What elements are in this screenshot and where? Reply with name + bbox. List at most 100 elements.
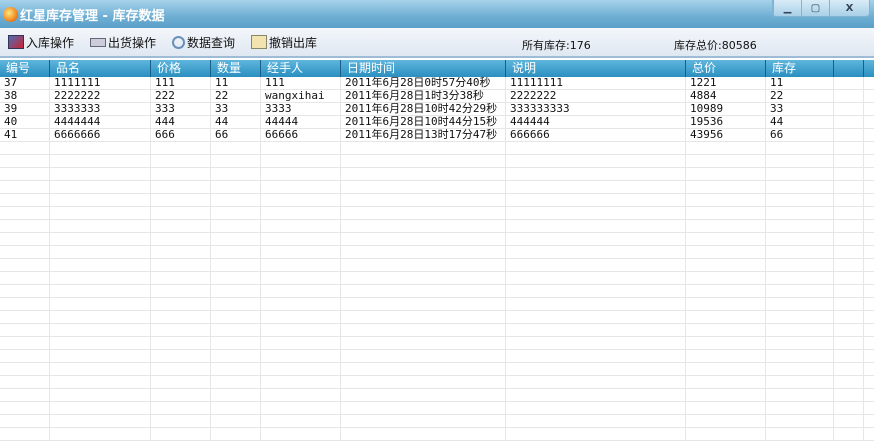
table-cell (341, 298, 506, 310)
table-cell (341, 415, 506, 427)
table-cell (50, 402, 151, 414)
table-row[interactable]: 38 2222222 222 22 wangxihai 2011年6月28日1时3分38秒… (0, 90, 874, 103)
table-cell (211, 181, 261, 193)
table-cell (506, 259, 686, 271)
table-cell (151, 337, 211, 349)
table-cell (0, 233, 50, 245)
table-cell (0, 220, 50, 232)
empty-row (0, 246, 874, 259)
stock-in-button[interactable]: 入库操作 (8, 34, 74, 51)
table-cell (341, 350, 506, 362)
table-cell (341, 311, 506, 323)
table-cell: 11 (211, 77, 261, 89)
table-cell (341, 285, 506, 297)
table-cell (766, 220, 834, 232)
table-cell (0, 311, 50, 323)
table-cell (151, 259, 211, 271)
empty-row (0, 194, 874, 207)
empty-row (0, 337, 874, 350)
table-cell (211, 142, 261, 154)
table-cell (506, 298, 686, 310)
table-cell (766, 259, 834, 271)
table-cell (834, 337, 864, 349)
table-cell (50, 285, 151, 297)
table-cell (0, 376, 50, 388)
column-header[interactable]: 经手人 (261, 60, 341, 77)
table-cell (151, 428, 211, 440)
column-header[interactable] (834, 60, 864, 77)
table-cell: 666 (151, 129, 211, 141)
query-button[interactable]: 数据查询 (172, 34, 235, 51)
card-icon (90, 37, 107, 47)
column-header[interactable]: 价格 (151, 60, 211, 77)
column-header[interactable]: 编号 (0, 60, 50, 77)
table-cell (50, 272, 151, 284)
table-cell (211, 428, 261, 440)
maximize-button[interactable]: ▢ (801, 0, 829, 16)
toolbar: 入库操作 出货操作 数据查询 撤销出库 所有库存:176 库存总价:80586 (0, 28, 874, 58)
inventory-table: 编号 品名 价格 数量 经手人 日期时间 说明 总价 库存 37 1111111 111 11 111 2… (0, 60, 874, 441)
table-cell (50, 168, 151, 180)
table-cell: 222 (151, 90, 211, 102)
table-cell: 44444 (261, 116, 341, 128)
table-cell (506, 142, 686, 154)
cancel-out-button[interactable]: 撤销出库 (251, 34, 317, 51)
table-cell (834, 298, 864, 310)
table-cell (50, 181, 151, 193)
table-cell (341, 194, 506, 206)
table-row[interactable]: 40 4444444 444 44 44444 2011年6月28日10时44分15秒 44… (0, 116, 874, 129)
title-bar: 红星库存管理 - 库存数据 ▁ ▢ X (0, 0, 874, 28)
table-cell (686, 259, 766, 271)
empty-row (0, 220, 874, 233)
empty-row (0, 285, 874, 298)
table-cell: 66 (766, 129, 834, 141)
table-cell (686, 207, 766, 219)
table-cell (506, 207, 686, 219)
table-cell (261, 285, 341, 297)
table-cell (151, 272, 211, 284)
table-cell (211, 233, 261, 245)
table-cell (50, 389, 151, 401)
table-row[interactable]: 37 1111111 111 11 111 2011年6月28日0时57分40秒 11111… (0, 77, 874, 90)
table-cell (506, 402, 686, 414)
table-cell (261, 246, 341, 258)
table-cell (0, 428, 50, 440)
table-cell (766, 155, 834, 167)
ship-out-button[interactable]: 出货操作 (90, 34, 156, 51)
edit-icon (8, 35, 24, 49)
table-cell (211, 389, 261, 401)
table-cell: 4884 (686, 90, 766, 102)
table-cell: 43956 (686, 129, 766, 141)
table-cell: 333 (151, 103, 211, 115)
column-header[interactable]: 说明 (506, 60, 686, 77)
table-cell (506, 272, 686, 284)
table-cell: 41 (0, 129, 50, 141)
total-value: 库存总价:80586 (674, 39, 757, 52)
table-cell (151, 155, 211, 167)
table-cell (0, 415, 50, 427)
box-icon (251, 35, 268, 49)
column-header[interactable]: 数量 (211, 60, 261, 77)
table-row[interactable]: 39 3333333 333 33 3333 2011年6月28日10时42分29秒 333… (0, 103, 874, 116)
table-cell (766, 298, 834, 310)
table-cell (50, 142, 151, 154)
table-cell (341, 324, 506, 336)
column-header[interactable]: 日期时间 (341, 60, 506, 77)
table-cell: 4444444 (50, 116, 151, 128)
column-header[interactable]: 总价 (686, 60, 766, 77)
table-cell (50, 207, 151, 219)
table-cell (211, 168, 261, 180)
close-button[interactable]: X (829, 0, 869, 16)
table-cell (50, 311, 151, 323)
table-row[interactable]: 41 6666666 666 66 66666 2011年6月28日13时17分47秒 66… (0, 129, 874, 142)
column-header[interactable]: 品名 (50, 60, 151, 77)
table-cell (341, 428, 506, 440)
table-cell (341, 402, 506, 414)
table-cell (211, 272, 261, 284)
table-cell (261, 142, 341, 154)
table-cell: 39 (0, 103, 50, 115)
minimize-button[interactable]: ▁ (773, 0, 801, 16)
column-header[interactable]: 库存 (766, 60, 834, 77)
table-cell (261, 272, 341, 284)
table-cell (50, 233, 151, 245)
